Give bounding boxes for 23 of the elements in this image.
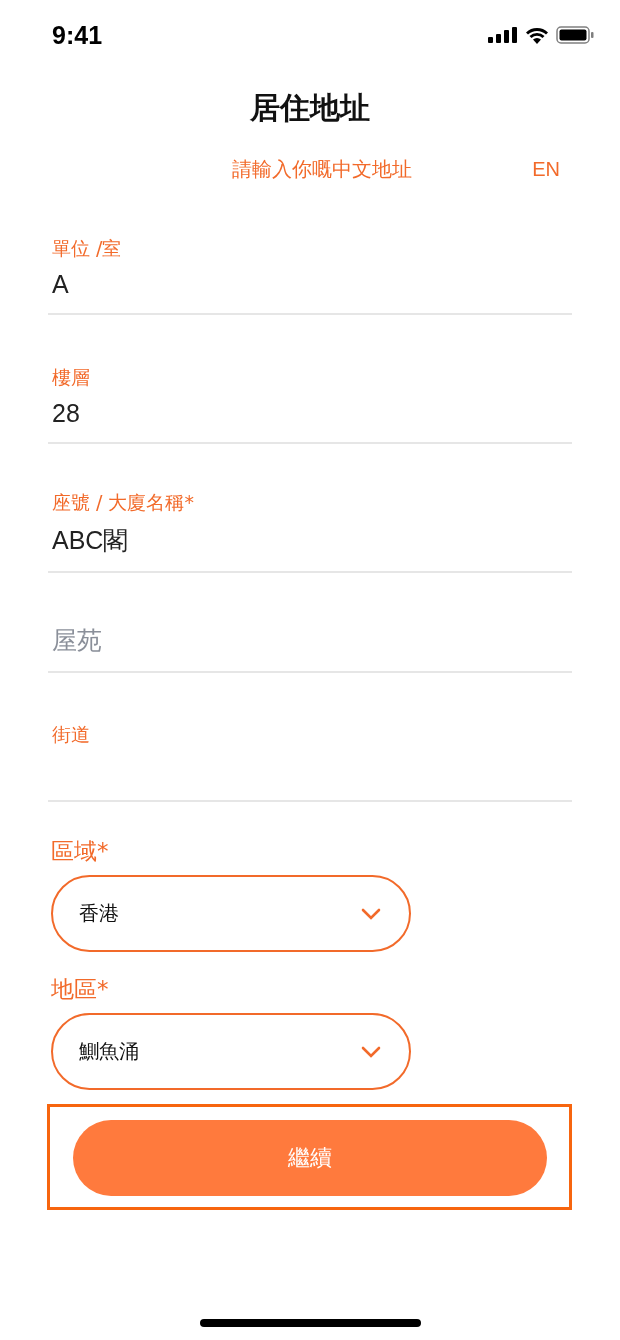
signal-icon — [488, 27, 518, 43]
field-value: 28 — [52, 399, 80, 428]
field-label: 街道 — [52, 722, 90, 747]
chevron-down-icon — [361, 1045, 381, 1058]
dropdown-field[interactable]: 鰂魚涌 — [51, 1013, 411, 1090]
dropdown-label: 地區* — [51, 975, 109, 1004]
field-value: A — [52, 270, 69, 299]
text-field[interactable]: 樓層 28 — [48, 315, 572, 444]
field-label: 樓層 — [52, 365, 90, 390]
field-label: 單位 /室 — [52, 236, 122, 261]
field-label: 座號 / 大廈名稱* — [52, 490, 194, 515]
battery-icon — [556, 26, 594, 44]
text-field[interactable]: 單位 /室 A — [48, 216, 572, 315]
wifi-icon — [525, 26, 549, 44]
text-field[interactable]: 座號 / 大廈名稱* ABC閣 — [48, 444, 572, 573]
dropdown-field[interactable]: 香港 — [51, 875, 411, 952]
status-time: 9:41 — [52, 20, 103, 50]
instruction-text: 請輸入你嘅中文地址 — [232, 155, 413, 183]
field-placeholder: 屋苑 — [52, 625, 102, 657]
chevron-down-icon — [361, 907, 381, 920]
page-title: 居住地址 — [249, 90, 371, 126]
field-value: ABC閣 — [52, 525, 129, 556]
dropdown-label: 區域* — [51, 837, 109, 866]
